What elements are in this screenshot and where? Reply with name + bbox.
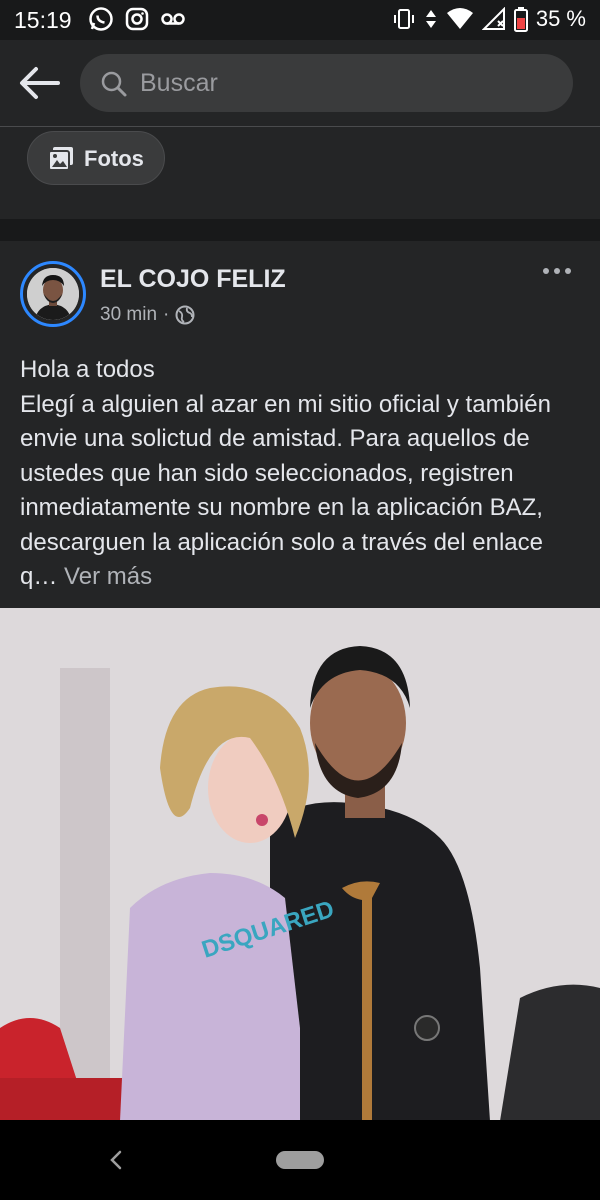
status-bar: 15:19 35 % [0,0,600,40]
post-card: EL COJO FELIZ 30 min · Hola a todos Eleg… [0,241,600,1121]
system-icons: 35 % [392,6,586,32]
filter-bar: Fotos [0,127,600,219]
wifi-icon [446,8,473,29]
battery-icon [513,7,528,32]
search-input[interactable]: Buscar [80,54,573,112]
more-options-icon[interactable] [542,265,572,277]
avatar-image [27,268,79,320]
post-meta: 30 min · [100,304,195,326]
photos-icon [48,147,73,171]
meta-separator: · [163,304,170,325]
photos-filter-label: Fotos [84,146,144,171]
author-avatar[interactable] [20,261,86,327]
nav-back-icon[interactable] [106,1148,126,1172]
see-more-link[interactable]: Ver más [64,563,152,590]
post-photo[interactable]: DSQUARED [0,608,600,1121]
instagram-icon [125,7,149,31]
back-arrow-icon[interactable] [18,65,62,101]
data-icon [425,10,436,28]
avatar [27,268,79,320]
signal-icon [481,7,505,30]
voicemail-icon [161,13,185,25]
post-text-body: Elegí a alguien al azar en mi sitio ofic… [20,390,551,591]
photos-filter-chip[interactable]: Fotos [27,131,165,185]
notification-icons [88,6,186,32]
post-photo-image: DSQUARED [0,608,600,1121]
status-time: 15:19 [14,7,72,33]
top-bar: Buscar [0,40,600,126]
globe-icon [175,305,195,325]
section-gap [0,219,600,241]
post-author-name[interactable]: EL COJO FELIZ [100,265,286,294]
search-placeholder: Buscar [140,69,218,97]
battery-percentage: 35 % [535,6,586,31]
post-timestamp[interactable]: 30 min [100,304,157,326]
post-text-body-wrapper: Elegí a alguien al azar en mi sitio ofic… [20,388,580,595]
search-icon [101,71,127,97]
post-text-greeting: Hola a todos [20,356,155,383]
post-text: Hola a todos Elegí a alguien al azar en … [20,353,580,595]
whatsapp-icon [89,7,113,31]
nav-home-pill[interactable] [276,1151,324,1169]
system-nav-bar [0,1120,600,1200]
vibrate-icon [393,9,414,29]
